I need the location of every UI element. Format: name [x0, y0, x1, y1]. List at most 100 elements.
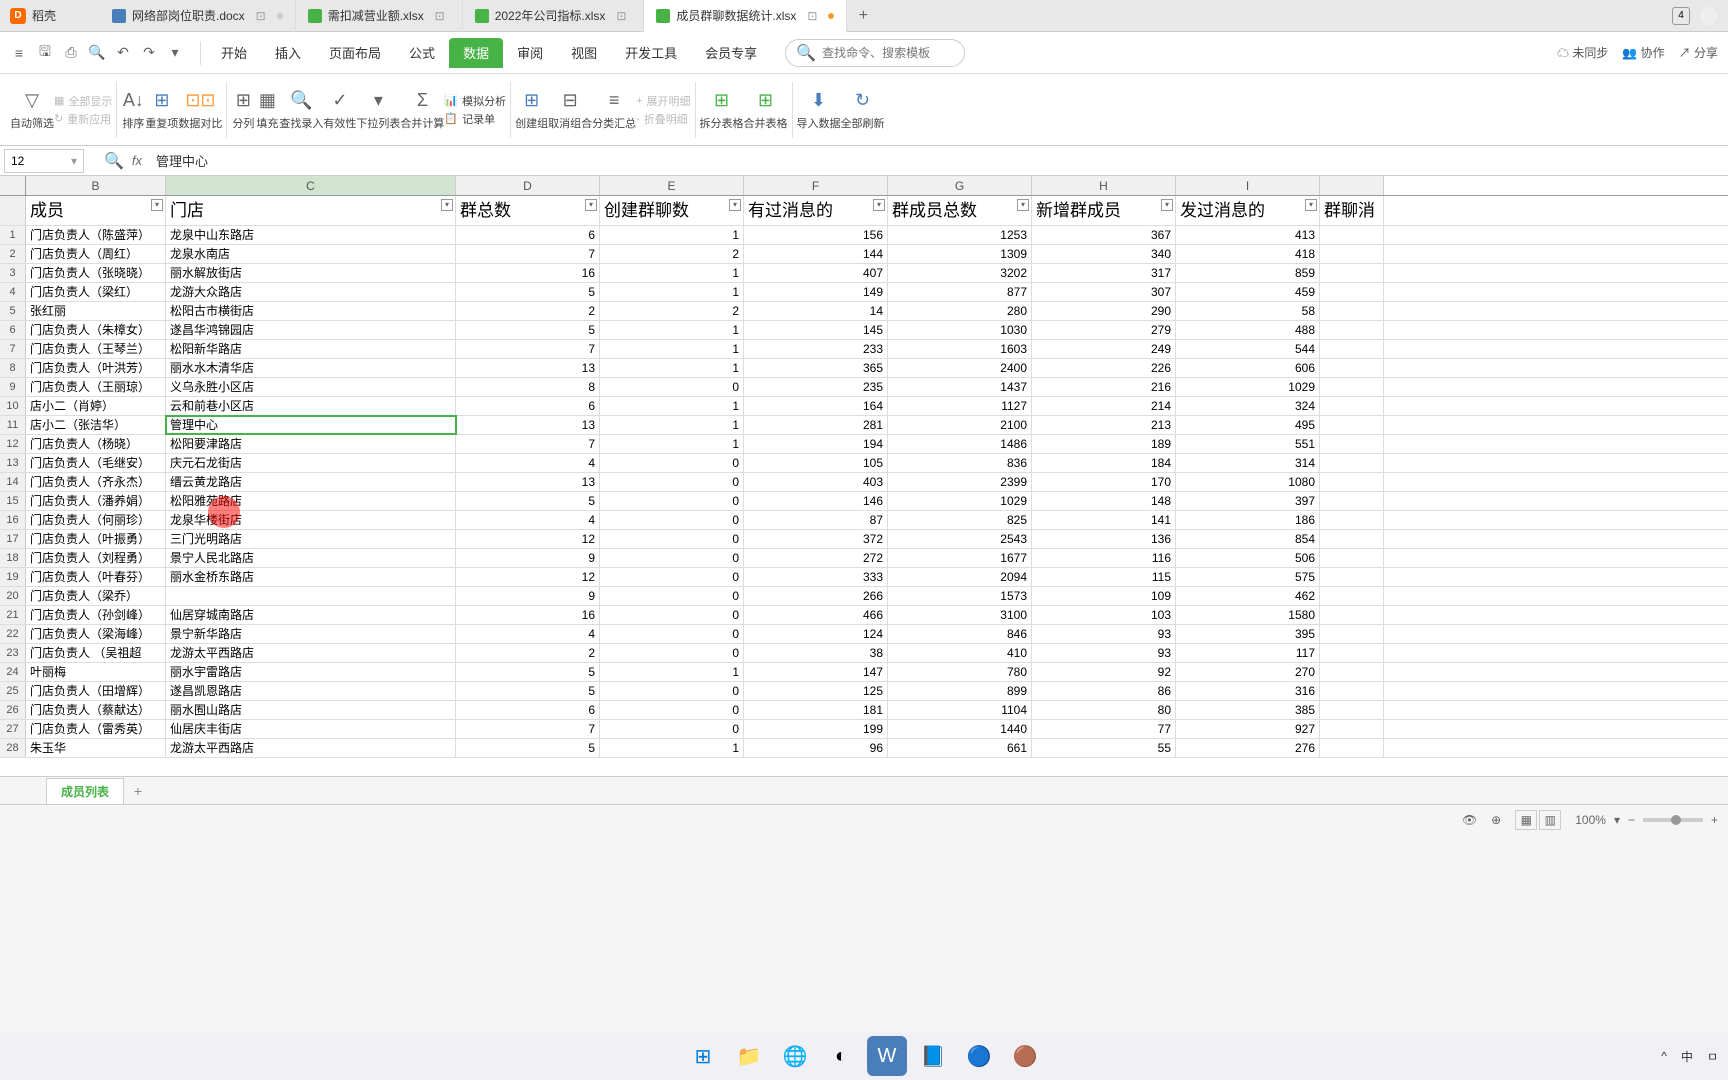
cell-sent[interactable]: 488	[1176, 321, 1320, 339]
cell-total[interactable]: 4	[456, 454, 600, 472]
cell-new[interactable]: 290	[1032, 302, 1176, 320]
center-icon[interactable]: ⊕	[1491, 813, 1501, 827]
validity-button[interactable]: ✓有效性	[323, 89, 356, 131]
cell-sent[interactable]: 418	[1176, 245, 1320, 263]
cell-total[interactable]: 5	[456, 492, 600, 510]
cell-sent[interactable]: 270	[1176, 663, 1320, 681]
cell-member[interactable]: 门店负责人（周红）	[26, 245, 166, 263]
cell-members[interactable]: 661	[888, 739, 1032, 757]
row-header[interactable]: 22	[0, 625, 26, 643]
cell-total[interactable]: 6	[456, 397, 600, 415]
app3-icon[interactable]: 🔵	[959, 1036, 999, 1076]
cell-created[interactable]: 0	[600, 378, 744, 396]
cell-sent[interactable]: 854	[1176, 530, 1320, 548]
cell-new[interactable]: 214	[1032, 397, 1176, 415]
row-header[interactable]: 21	[0, 606, 26, 624]
form-button[interactable]: 📋记录单	[444, 111, 506, 127]
cell-sent[interactable]: 495	[1176, 416, 1320, 434]
cell-new[interactable]: 367	[1032, 226, 1176, 244]
cell-new[interactable]: 115	[1032, 568, 1176, 586]
row-header[interactable]: 20	[0, 587, 26, 605]
cell-msg[interactable]: 146	[744, 492, 888, 510]
cell-store[interactable]: 管理中心	[166, 416, 456, 434]
filter-icon[interactable]: ▾	[151, 199, 163, 211]
cell-created[interactable]: 0	[600, 473, 744, 491]
print-icon[interactable]: ⎙	[60, 42, 82, 64]
cell-store[interactable]: 丽水囿山路店	[166, 701, 456, 719]
cell-store[interactable]: 云和前巷小区店	[166, 397, 456, 415]
cell-new[interactable]: 80	[1032, 701, 1176, 719]
cell-member[interactable]: 门店负责人（毛继安）	[26, 454, 166, 472]
cell-store[interactable]: 遂昌凯恩路店	[166, 682, 456, 700]
page-view-button[interactable]: ▥	[1539, 810, 1561, 830]
simulation-button[interactable]: 📊模拟分析	[444, 93, 506, 109]
cell-msg[interactable]: 124	[744, 625, 888, 643]
cell-sent[interactable]: 276	[1176, 739, 1320, 757]
cell-created[interactable]: 0	[600, 511, 744, 529]
row-header[interactable]: 11	[0, 416, 26, 434]
ungroup-button[interactable]: ⊟取消组合	[548, 89, 592, 131]
menu-formula[interactable]: 公式	[395, 32, 449, 74]
cell-sent[interactable]: 1029	[1176, 378, 1320, 396]
cell-extra[interactable]	[1320, 530, 1384, 548]
cell-new[interactable]: 170	[1032, 473, 1176, 491]
col-header-e[interactable]: E	[600, 176, 744, 195]
cell-extra[interactable]	[1320, 625, 1384, 643]
cell-msg[interactable]: 365	[744, 359, 888, 377]
cell-created[interactable]: 0	[600, 492, 744, 510]
explorer-icon[interactable]: 📁	[729, 1036, 769, 1076]
cell-member[interactable]: 门店负责人（王丽琼）	[26, 378, 166, 396]
cell-members[interactable]: 1104	[888, 701, 1032, 719]
cell-created[interactable]: 0	[600, 530, 744, 548]
row-header[interactable]: 24	[0, 663, 26, 681]
cell-member[interactable]: 朱玉华	[26, 739, 166, 757]
cell-total[interactable]: 4	[456, 511, 600, 529]
cell-new[interactable]: 317	[1032, 264, 1176, 282]
zoom-icon[interactable]: 🔍	[104, 151, 124, 171]
cell-new[interactable]: 148	[1032, 492, 1176, 510]
cell-sent[interactable]: 324	[1176, 397, 1320, 415]
cell-extra[interactable]	[1320, 739, 1384, 757]
search-input[interactable]	[822, 46, 962, 60]
cell-extra[interactable]	[1320, 644, 1384, 662]
filter-icon[interactable]: ▾	[1161, 199, 1173, 211]
fx-icon[interactable]: fx	[132, 153, 142, 168]
cell-members[interactable]: 2094	[888, 568, 1032, 586]
home-tab[interactable]: D 稻壳	[0, 0, 100, 32]
normal-view-button[interactable]: ▦	[1515, 810, 1537, 830]
cell-store[interactable]: 龙泉中山东路店	[166, 226, 456, 244]
row-header[interactable]: 5	[0, 302, 26, 320]
tray-up-icon[interactable]: ^	[1661, 1049, 1667, 1063]
cell-msg[interactable]: 147	[744, 663, 888, 681]
sheet-tab-active[interactable]: 成员列表	[46, 778, 124, 804]
cell-msg[interactable]: 14	[744, 302, 888, 320]
cell-members[interactable]: 899	[888, 682, 1032, 700]
command-search[interactable]: 🔍	[785, 39, 965, 67]
cell-new[interactable]: 226	[1032, 359, 1176, 377]
row-header[interactable]: 4	[0, 283, 26, 301]
cell-total[interactable]: 5	[456, 321, 600, 339]
cell-new[interactable]: 189	[1032, 435, 1176, 453]
cell-new[interactable]: 103	[1032, 606, 1176, 624]
cell-members[interactable]: 825	[888, 511, 1032, 529]
cell-sent[interactable]: 385	[1176, 701, 1320, 719]
cell-member[interactable]: 门店负责人（叶春芬）	[26, 568, 166, 586]
cell-members[interactable]: 3100	[888, 606, 1032, 624]
subtotal-button[interactable]: ≡分类汇总	[592, 89, 636, 131]
undo-icon[interactable]: ↶	[112, 42, 134, 64]
cell-sent[interactable]: 1080	[1176, 473, 1320, 491]
cell-member[interactable]: 门店负责人（朱樟女）	[26, 321, 166, 339]
cell-member[interactable]: 门店负责人（梁海峰）	[26, 625, 166, 643]
cell-extra[interactable]	[1320, 492, 1384, 510]
cell-member[interactable]: 门店负责人（刘程勇）	[26, 549, 166, 567]
cell-msg[interactable]: 235	[744, 378, 888, 396]
formula-input[interactable]: 管理中心	[150, 151, 214, 170]
dedup-button[interactable]: ⊞重复项	[145, 89, 178, 131]
cell-total[interactable]: 8	[456, 378, 600, 396]
cell-msg[interactable]: 96	[744, 739, 888, 757]
tab-xlsx-active[interactable]: 成员群聊数据统计.xlsx ⊡	[644, 0, 847, 32]
cell-members[interactable]: 1573	[888, 587, 1032, 605]
cell-extra[interactable]	[1320, 397, 1384, 415]
cell-store[interactable]: 龙泉水南店	[166, 245, 456, 263]
filter-icon[interactable]: ▾	[1305, 199, 1317, 211]
